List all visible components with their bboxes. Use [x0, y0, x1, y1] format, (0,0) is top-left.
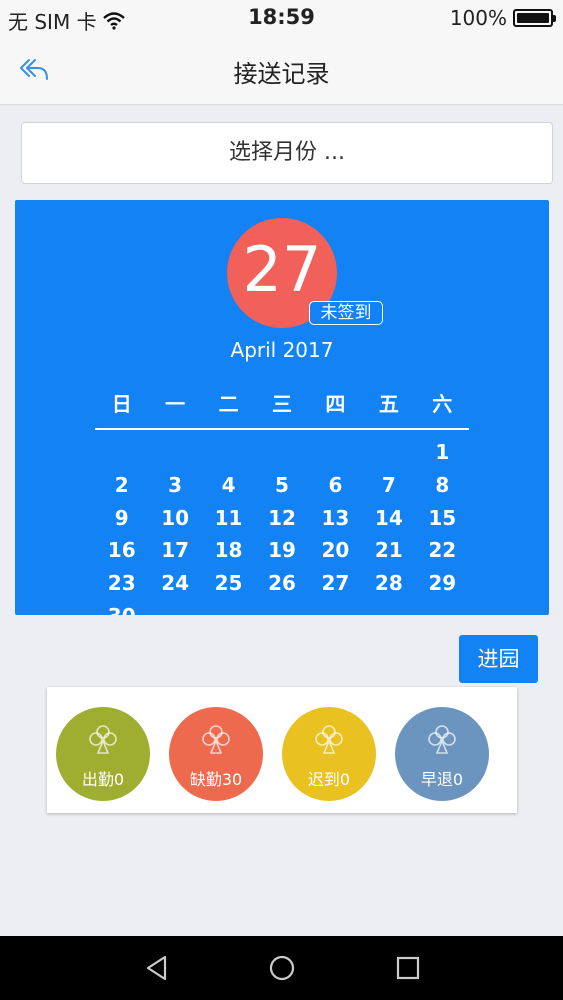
calendar-date[interactable]: 5: [255, 469, 308, 502]
calendar-card: 27 未签到 April 2017 日 一 二 三 四 五 六 12345678…: [15, 200, 549, 615]
weekday-sat: 六: [432, 392, 453, 416]
stat-absent-label: 缺勤30: [189, 770, 243, 789]
calendar-date-empty: [255, 436, 308, 469]
nav-back-icon[interactable]: [143, 954, 171, 982]
calendar-date[interactable]: 21: [362, 534, 415, 567]
calendar-date[interactable]: 15: [416, 502, 469, 535]
status-right: 100%: [449, 6, 556, 30]
calendar-date[interactable]: 26: [255, 567, 308, 600]
header: 接送记录: [0, 36, 563, 105]
calendar-date[interactable]: 9: [95, 502, 148, 535]
clover-icon: [89, 725, 117, 754]
weekday-tue: 二: [218, 392, 239, 416]
weekday-fri: 五: [378, 392, 399, 416]
calendar-date[interactable]: 23: [95, 567, 148, 600]
calendar-date[interactable]: 16: [95, 534, 148, 567]
attendance-stats-panel: 出勤0 缺勤30 迟到0 早退0: [47, 687, 517, 813]
stat-late[interactable]: 迟到0: [282, 707, 376, 801]
stat-early-leave[interactable]: 早退0: [395, 707, 489, 801]
calendar-date[interactable]: 20: [309, 534, 362, 567]
calendar-date-empty: [95, 436, 148, 469]
calendar-date[interactable]: 30: [95, 600, 148, 615]
weekday-mon: 一: [165, 392, 186, 416]
calendar-date[interactable]: 19: [255, 534, 308, 567]
nav-home-icon[interactable]: [268, 954, 296, 982]
calendar-date[interactable]: 27: [309, 567, 362, 600]
stat-late-label: 迟到0: [307, 770, 351, 789]
calendar-date[interactable]: 13: [309, 502, 362, 535]
calendar-date[interactable]: 4: [202, 469, 255, 502]
calendar-date[interactable]: 25: [202, 567, 255, 600]
month-picker-button[interactable]: 选择月份 ...: [21, 122, 553, 184]
calendar-date[interactable]: 8: [416, 469, 469, 502]
status-bar: 无 SIM 卡 18:59 100%: [0, 0, 563, 36]
calendar-date-empty: [362, 436, 415, 469]
calendar-divider: [95, 428, 469, 430]
calendar-date[interactable]: 12: [255, 502, 308, 535]
clover-icon: [428, 725, 456, 754]
calendar-date[interactable]: 22: [416, 534, 469, 567]
page-title: 接送记录: [233, 60, 330, 88]
calendar-date[interactable]: 14: [362, 502, 415, 535]
weekday-header: 日 一 二 三 四 五 六: [95, 388, 469, 417]
sign-status-badge: 未签到: [309, 301, 383, 325]
enter-kindergarten-button[interactable]: 进园: [459, 635, 538, 683]
calendar-date[interactable]: 28: [362, 567, 415, 600]
battery-percent: 100%: [449, 6, 507, 30]
stat-present-label: 出勤0: [81, 770, 125, 789]
stat-early-leave-label: 早退0: [420, 770, 464, 789]
calendar-date[interactable]: 11: [202, 502, 255, 535]
calendar-date[interactable]: 6: [309, 469, 362, 502]
calendar-dates-grid: 1 2 3 4 5 6 7 8 9 10 11 12 13 14 15 16 17 18 19 20 21 22 23 24 2…: [95, 436, 469, 615]
clover-icon: [315, 725, 343, 754]
calendar-date-empty: [202, 436, 255, 469]
weekday-thu: 四: [325, 392, 346, 416]
calendar-date[interactable]: 24: [148, 567, 201, 600]
calendar-date-empty: [148, 436, 201, 469]
nav-recents-icon[interactable]: [394, 954, 422, 982]
calendar-date[interactable]: 3: [148, 469, 201, 502]
clover-icon: [202, 725, 230, 754]
calendar-date[interactable]: 2: [95, 469, 148, 502]
calendar-date[interactable]: 18: [202, 534, 255, 567]
calendar-date[interactable]: 10: [148, 502, 201, 535]
calendar-date-empty: [309, 436, 362, 469]
calendar-date[interactable]: 29: [416, 567, 469, 600]
weekday-wed: 三: [271, 392, 292, 416]
calendar-date[interactable]: 17: [148, 534, 201, 567]
calendar-date[interactable]: 1: [416, 436, 469, 469]
calendar-date[interactable]: 7: [362, 469, 415, 502]
weekday-sun: 日: [111, 392, 132, 416]
android-nav-bar: [0, 936, 563, 1000]
calendar-month-label: April 2017: [230, 338, 334, 362]
stat-present[interactable]: 出勤0: [56, 707, 150, 801]
battery-icon: [513, 9, 556, 27]
stat-absent[interactable]: 缺勤30: [169, 707, 263, 801]
selected-day-number: 27: [242, 233, 322, 306]
